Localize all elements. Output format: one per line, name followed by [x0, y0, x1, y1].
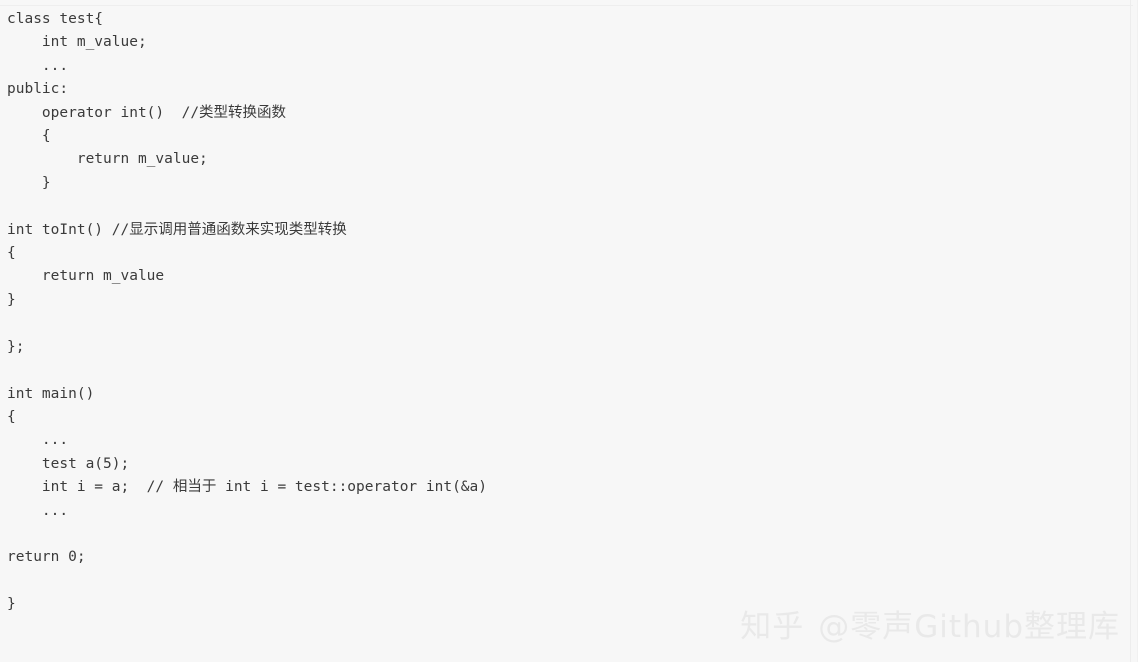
- watermark-author: @零声Github整理库: [818, 609, 1120, 645]
- code-line: {: [7, 128, 51, 145]
- code-line: ...: [7, 432, 69, 449]
- frame-right-divider: [1130, 0, 1131, 662]
- code-line: operator int() //类型转换函数: [7, 104, 287, 121]
- code-line: }: [7, 291, 16, 308]
- code-line: public:: [7, 81, 69, 98]
- code-line: int toInt() //显示调用普通函数来实现类型转换: [7, 221, 347, 238]
- code-line: };: [7, 338, 25, 355]
- code-content: class test{ int m_value; ... public: oper…: [7, 8, 1126, 617]
- code-line: return m_value;: [7, 151, 208, 168]
- code-line: return m_value: [7, 268, 165, 285]
- code-line: ...: [7, 502, 69, 519]
- watermark-site: 知乎: [740, 609, 805, 645]
- code-line: int i = a; // 相当于 int i = test::operator…: [7, 479, 487, 496]
- watermark: 知乎 @零声Github整理库: [740, 608, 1120, 646]
- code-line: int main(): [7, 385, 95, 402]
- code-line: }: [7, 174, 51, 191]
- code-line: test a(5);: [7, 455, 130, 472]
- code-block: class test{ int m_value; ... public: oper…: [7, 8, 1126, 617]
- code-line: int m_value;: [7, 34, 147, 51]
- frame-top-divider: [0, 5, 1133, 6]
- code-line: {: [7, 408, 16, 425]
- code-snippet-page: class test{ int m_value; ... public: oper…: [0, 0, 1138, 662]
- code-line: ...: [7, 57, 69, 74]
- code-line: {: [7, 245, 16, 262]
- code-line: class test{: [7, 11, 104, 27]
- code-line: return 0;: [7, 549, 86, 566]
